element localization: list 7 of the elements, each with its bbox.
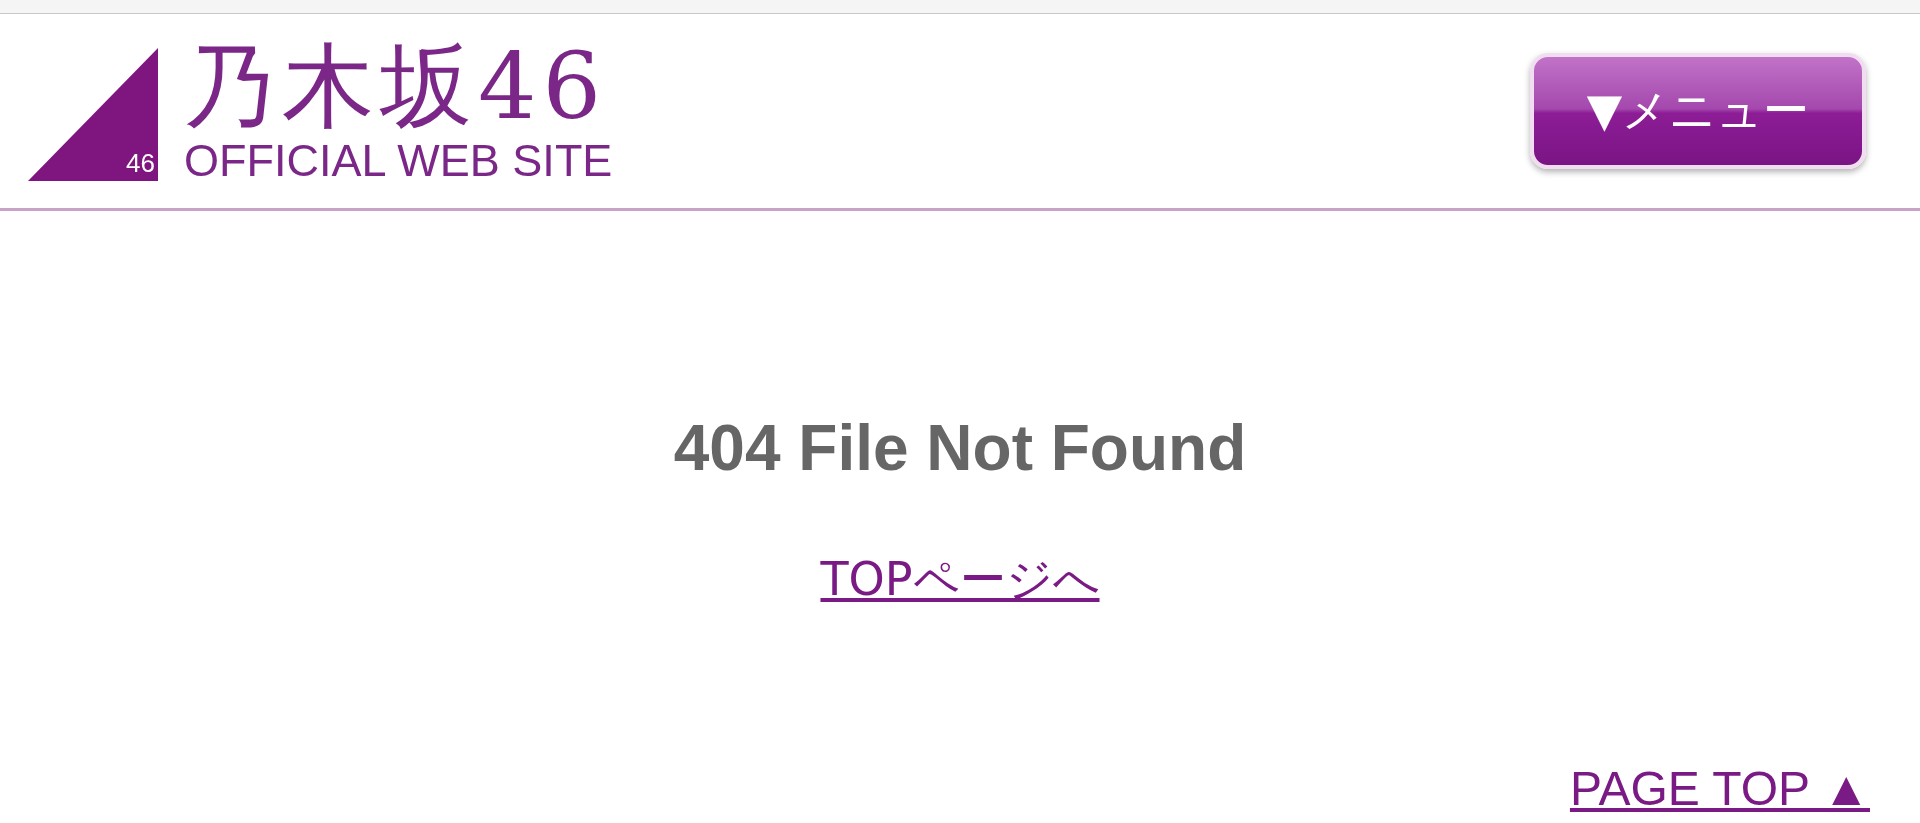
logo-number: 46 bbox=[126, 148, 155, 179]
page-top-link[interactable]: PAGE TOP ▲ bbox=[1569, 761, 1870, 816]
top-page-link[interactable]: TOPページへ bbox=[820, 549, 1100, 611]
logo-subtitle: OFFICIAL WEB SITE bbox=[184, 137, 613, 185]
menu-button[interactable]: ▼メニュー bbox=[1530, 53, 1866, 169]
logo-title: 乃木坂46 bbox=[184, 37, 609, 137]
error-heading: 404 File Not Found bbox=[673, 411, 1247, 485]
